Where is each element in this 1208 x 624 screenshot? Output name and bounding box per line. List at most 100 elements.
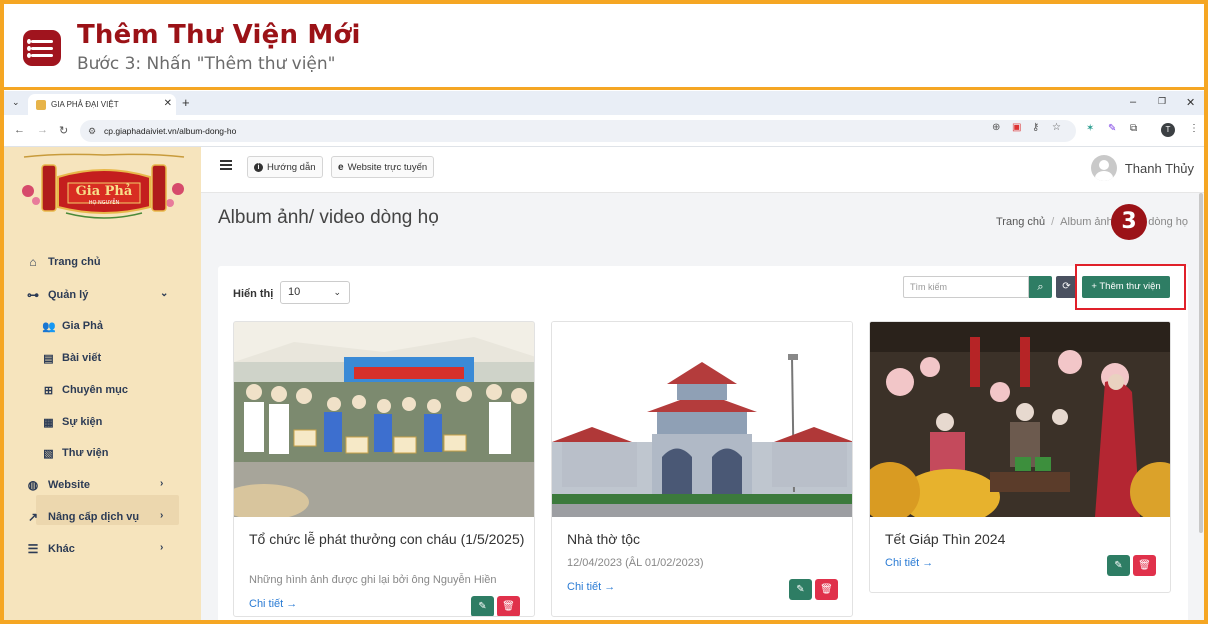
sidebar-item-upgrade[interactable]: ↗ Nâng cấp dịch vụ: [26, 507, 139, 527]
images-icon: ▧: [43, 447, 54, 460]
pen-extension-icon[interactable]: ✎: [1108, 123, 1116, 134]
new-tab-icon[interactable]: +: [182, 95, 190, 110]
edit-button[interactable]: ✎: [471, 596, 494, 616]
chevron-down-icon: ⌄: [333, 287, 341, 297]
delete-button[interactable]: 🗑: [497, 596, 520, 616]
sidebar-item-home[interactable]: ⌂ Trang chủ: [26, 252, 100, 272]
album-cover-image[interactable]: [552, 322, 853, 517]
edit-button[interactable]: ✎: [789, 579, 812, 600]
info-icon: i: [254, 162, 263, 172]
sidebar-item-label: Bài viết: [62, 352, 102, 364]
tab-bar: ⌄ GIA PHẢ ĐẠI VIỆT ✕ + – ❐ ✕: [4, 91, 1204, 115]
url-field[interactable]: ⚙ cp.giaphadaiviet.vn/album-dong-ho: [80, 120, 1076, 142]
album-detail-link[interactable]: Chi tiết →: [567, 581, 615, 593]
breadcrumb: Trang chủ / Album ảnh/ video dòng họ: [996, 216, 1188, 228]
search-input[interactable]: Tìm kiếm: [903, 276, 1029, 298]
close-window-icon[interactable]: ✕: [1186, 96, 1195, 109]
refresh-button[interactable]: ⟳: [1056, 276, 1077, 298]
chevron-right-icon[interactable]: ›: [160, 542, 163, 553]
more-menu-icon[interactable]: ⋮: [1189, 123, 1199, 134]
sidebar-item-gia-pha[interactable]: 👥 Gia Phả: [42, 316, 103, 336]
sidebar-item-events[interactable]: ▦ Sự kiện: [42, 412, 102, 432]
sidebar-item-label: Chuyên mục: [62, 384, 129, 396]
sidebar-item-manage[interactable]: ⊶ Quản lý: [26, 285, 88, 305]
sidebar-item-other[interactable]: ☰ Khác: [26, 539, 75, 559]
puzzle-icon[interactable]: ⧉: [1130, 123, 1137, 134]
chart-icon: ↗: [27, 510, 39, 524]
album-description: Những hình ảnh được ghi lại bởi ông Nguy…: [249, 574, 497, 586]
site-info-icon[interactable]: ⚙: [88, 120, 96, 142]
user-menu[interactable]: Thanh Thủy: [1090, 155, 1194, 181]
hamburger-icon[interactable]: [220, 160, 232, 170]
album-title: Tổ chức lễ phát thưởng con cháu (1/5/202…: [249, 531, 525, 547]
sidebar-item-website[interactable]: ◍ Website: [26, 475, 90, 495]
album-detail-link[interactable]: Chi tiết →: [249, 598, 297, 610]
album-cover-image[interactable]: [870, 322, 1171, 517]
close-tab-icon[interactable]: ✕: [164, 98, 172, 109]
scrollbar-thumb[interactable]: [1199, 193, 1203, 533]
forward-icon[interactable]: →: [37, 124, 48, 136]
cast-icon[interactable]: ▣: [1012, 122, 1021, 133]
edit-button[interactable]: ✎: [1107, 555, 1130, 576]
breadcrumb-home[interactable]: Trang chủ: [996, 216, 1045, 228]
sidebar-item-label: Gia Phả: [62, 320, 103, 332]
search-button[interactable]: ⌕: [1029, 276, 1052, 298]
back-icon[interactable]: ←: [14, 124, 25, 136]
breadcrumb-separator: /: [1051, 216, 1055, 228]
chevron-right-icon[interactable]: ›: [160, 478, 163, 489]
tab-title: GIA PHẢ ĐẠI VIỆT: [51, 100, 119, 109]
list-icon: ☰: [27, 542, 39, 556]
key-icon[interactable]: ⚷: [1032, 122, 1039, 133]
list-icon: [23, 30, 61, 66]
chevron-right-icon[interactable]: ›: [160, 510, 163, 521]
delete-button[interactable]: 🗑: [815, 579, 838, 600]
ie-icon: e: [338, 161, 344, 173]
album-card: Tết Giáp Thìn 2024 Chi tiết → ✎ 🗑: [869, 321, 1171, 593]
bookmark-star-icon[interactable]: ☆: [1052, 122, 1061, 133]
page-size-select[interactable]: 10 ⌄: [280, 281, 350, 304]
search-icon: ⌕: [1037, 281, 1044, 293]
delete-button[interactable]: 🗑: [1133, 555, 1156, 576]
favicon-icon: [36, 99, 46, 110]
scrollbar[interactable]: [1198, 193, 1204, 620]
sidebar-item-label: Khác: [48, 543, 75, 555]
globe-icon: ◍: [27, 478, 39, 492]
grid-icon: ⊞: [43, 384, 54, 397]
sidebar-item-label: Website: [48, 479, 90, 491]
album-detail-link[interactable]: Chi tiết →: [885, 557, 933, 569]
album-cover-image[interactable]: [234, 322, 535, 517]
address-bar-row: ← → ↻ ⚙ cp.giaphadaiviet.vn/album-dong-h…: [4, 115, 1204, 147]
chevron-down-icon[interactable]: ⌄: [160, 288, 168, 299]
reload-icon[interactable]: ↻: [59, 124, 68, 137]
minimize-icon[interactable]: –: [1130, 96, 1136, 108]
page-size-label: Hiển thị: [233, 288, 274, 300]
tutorial-title: Thêm Thư Viện Mới: [77, 20, 361, 50]
trash-icon: 🗑: [820, 584, 833, 595]
tutorial-frame: Thêm Thư Viện Mới Bước 3: Nhấn "Thêm thư…: [0, 0, 1208, 624]
sidebar-item-categories[interactable]: ⊞ Chuyên mục: [42, 380, 128, 400]
extension-icon[interactable]: ✶: [1086, 123, 1094, 134]
users-icon: 👥: [42, 320, 56, 333]
tab-list-icon[interactable]: ⌄: [12, 97, 20, 108]
calendar-icon: ▦: [43, 416, 54, 429]
sidebar-item-posts[interactable]: ▤ Bài viết: [42, 348, 101, 368]
sidebar-item-label: Nâng cấp dịch vụ: [48, 511, 140, 523]
guide-button[interactable]: i Hướng dẫn: [247, 156, 323, 178]
page-title: Album ảnh/ video dòng họ: [218, 207, 439, 228]
restore-icon[interactable]: ❐: [1158, 96, 1166, 107]
edit-icon: ✎: [796, 584, 805, 595]
sidebar-item-library[interactable]: ▧ Thư viện: [42, 443, 108, 463]
home-icon: ⌂: [29, 255, 37, 269]
sidebar: Gia Phả HỌ NGUYỄN ⌂ Trang chủ ⊶ Quản lý …: [4, 147, 201, 620]
sidebar-item-label: Thư viện: [62, 447, 109, 459]
browser-tab[interactable]: GIA PHẢ ĐẠI VIỆT ✕: [28, 94, 176, 115]
top-navbar: i Hướng dẫn e Website trực tuyến Thanh T…: [201, 147, 1204, 193]
website-online-button[interactable]: e Website trực tuyến: [331, 156, 435, 178]
sidebar-item-label: Sự kiện: [62, 416, 103, 428]
zoom-icon[interactable]: ⊕: [992, 122, 1000, 133]
trash-icon: 🗑: [1138, 560, 1151, 571]
album-panel: Hiển thị 10 ⌄ Tìm kiếm ⌕ ⟳ + Thêm thư vi…: [218, 264, 1188, 620]
profile-avatar[interactable]: T: [1161, 123, 1175, 137]
gia-pha-logo[interactable]: Gia Phả HỌ NGUYỄN: [18, 153, 190, 225]
refresh-icon: ⟳: [1062, 281, 1071, 292]
